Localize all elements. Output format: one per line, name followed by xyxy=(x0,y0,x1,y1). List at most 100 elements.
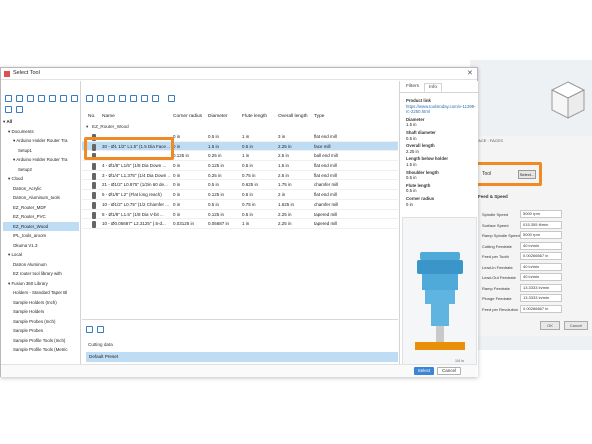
edit-tool-icon[interactable] xyxy=(97,95,104,102)
chevron-icon[interactable]: ▾ xyxy=(13,138,15,143)
tree-item[interactable]: EZ_Router_PVC xyxy=(3,212,79,222)
col-number[interactable]: No. xyxy=(88,114,95,119)
cell-flute-length: 0.75 in xyxy=(242,172,256,178)
tree-item[interactable]: Sample Holders (Inch) xyxy=(3,298,79,308)
feed-speed-section[interactable]: Feed & Speed xyxy=(478,194,508,199)
chevron-icon[interactable]: ▾ xyxy=(8,129,10,134)
info-pane: Filters Info Product link https://www.too… xyxy=(399,81,479,377)
tree-item[interactable]: Datron Aluminum xyxy=(3,260,79,270)
tree-item[interactable]: ▾ Cloud xyxy=(3,174,79,184)
cancel-button[interactable]: Cancel xyxy=(437,367,461,375)
tree-item[interactable]: ▾ Local xyxy=(3,250,79,260)
tree-item[interactable]: Datron_Aluminum_tools xyxy=(3,193,79,203)
tree-item[interactable]: Holders - Standard Taper Bl xyxy=(3,288,79,298)
tree-item[interactable]: ▾ All xyxy=(3,117,79,127)
tree-item[interactable]: ▾ Fusion 360 Library xyxy=(3,279,79,289)
scale-label: 1/4 in xyxy=(455,359,464,363)
feed-field-input[interactable]: 5000 rpm xyxy=(520,231,562,239)
table-row[interactable]: 4 - Ø1/8" L1/5" (1/8 Dia Down ... 0 in 0.1… xyxy=(82,161,398,171)
copy-icon[interactable] xyxy=(27,95,34,102)
filter-icon[interactable] xyxy=(141,95,148,102)
col-flute-length[interactable]: Flute length xyxy=(242,114,267,119)
col-corner-radius[interactable]: Corner radius xyxy=(173,114,202,119)
tree-item[interactable]: Okuma V1.3 xyxy=(3,241,79,251)
pane-divider[interactable] xyxy=(82,319,398,320)
tree-item[interactable]: Setup2 xyxy=(3,165,79,175)
cell-type: chamfer mill xyxy=(314,201,339,207)
tree-item[interactable]: Setup1 xyxy=(3,146,79,156)
tree-item[interactable]: Sample Holders xyxy=(3,307,79,317)
tab-filters[interactable]: Filters xyxy=(402,83,423,90)
feed-field-input[interactable]: 40 in/min xyxy=(520,273,562,281)
chevron-icon[interactable]: ▾ xyxy=(8,176,10,181)
tree-item[interactable]: Datron_Acrylic xyxy=(3,184,79,194)
feed-field-input[interactable]: 13.3333 in/min xyxy=(520,283,562,292)
table-row[interactable]: 5 - Ø1/8" L2" (Flat long reach) 0 in 0.125… xyxy=(82,190,398,200)
feed-field-input[interactable]: 015.355 ft/min xyxy=(520,220,562,229)
new-library-icon[interactable] xyxy=(5,95,12,102)
col-type[interactable]: Type xyxy=(314,114,324,119)
delete-preset-icon[interactable] xyxy=(97,326,104,333)
feed-field-input[interactable]: 40 in/min xyxy=(520,241,562,250)
chevron-icon[interactable]: ▾ xyxy=(8,281,10,286)
add-tool-icon[interactable] xyxy=(86,95,93,102)
select-button[interactable]: Select xyxy=(414,367,434,375)
renumber-icon[interactable] xyxy=(152,95,159,102)
table-row[interactable]: 10 - Ø0.05687" L2.3125" (.5-d... 0.03125 … xyxy=(82,219,398,229)
feed-field-input[interactable]: 40 in/min xyxy=(520,262,562,271)
tree-item[interactable]: EZ router tool library with xyxy=(3,269,79,279)
tree-item[interactable]: Sample Profile Tools (Inch) xyxy=(3,336,79,346)
chevron-icon[interactable]: ▾ xyxy=(13,157,15,162)
copy-tool-icon[interactable] xyxy=(108,95,115,102)
table-row[interactable]: 10 - Ø1/2" L0.75" (1/2 Chamfer ... 0 in 0.… xyxy=(82,200,398,210)
tree-item[interactable]: Sample Probes (Inch) xyxy=(3,317,79,327)
tool-group-row[interactable]: ▾ EZ_Router_Wood xyxy=(82,123,398,132)
table-row[interactable]: 3 - Ø1/4" L1.375" (1/4 Dia Down ... 0 in 0… xyxy=(82,171,398,181)
cell-diameter: 0.125 in xyxy=(208,192,225,198)
cell-overall-length: 3 in xyxy=(278,134,286,139)
tree-item[interactable]: ▾ Documents xyxy=(3,127,79,137)
tree-item[interactable]: Sample Profile Tools (Metric xyxy=(3,345,79,355)
import-icon[interactable] xyxy=(16,95,23,102)
feed-field-input[interactable]: 5000 rpm xyxy=(520,210,562,218)
table-row[interactable]: 8 - Ø1/8" L1.5" (1/8 Dia V-bit ... 0 in 0.… xyxy=(82,210,398,220)
feed-field-input[interactable]: 13.3333 in/min xyxy=(520,294,562,302)
feed-field-label: Plunge Feedrate xyxy=(482,296,512,301)
tree-item[interactable]: IPL_tools_aroom xyxy=(3,231,79,241)
tab-info[interactable]: Info xyxy=(424,83,443,92)
tree-item[interactable]: ▾ Arduino Holder Router Tra xyxy=(3,136,79,146)
paste-tool-icon[interactable] xyxy=(119,95,126,102)
chevron-icon[interactable]: ▾ xyxy=(3,119,5,124)
cell-name: 3 - Ø1/4" L1.375" (1/4 Dia Down ... xyxy=(102,172,170,178)
product-link[interactable]: https://www.toolstoday.com/v-11399-rc-22… xyxy=(406,104,476,115)
table-row[interactable]: 21 - Ø1/2" L0.875" (1/2in 60 de... 0 in 0.… xyxy=(82,180,398,191)
tree-item[interactable]: ▾ Arduino Holder Router Tra xyxy=(3,155,79,165)
settings-icon[interactable] xyxy=(71,95,78,102)
holder-top xyxy=(420,252,460,260)
col-diameter[interactable]: Diameter xyxy=(208,114,227,119)
viewcube-icon[interactable] xyxy=(548,78,588,124)
close-icon[interactable]: ✕ xyxy=(467,69,473,77)
tree-item[interactable]: EZ_Router_Wood xyxy=(3,221,79,231)
holder-collar xyxy=(425,290,455,304)
edit-preset-icon[interactable] xyxy=(86,326,93,333)
feed-field-input[interactable]: 0.00266667 in xyxy=(520,304,562,313)
preset-row[interactable]: Default Preset xyxy=(86,352,398,362)
cut-tool-icon[interactable] xyxy=(130,95,137,102)
holder-flange xyxy=(417,260,463,274)
col-name[interactable]: Name xyxy=(102,114,115,119)
panel-cancel-button[interactable]: Cancel xyxy=(564,321,588,330)
link-icon[interactable] xyxy=(60,95,67,102)
paste-icon[interactable] xyxy=(49,95,56,102)
chevron-icon[interactable]: ▾ xyxy=(8,252,10,257)
ok-button[interactable]: OK xyxy=(540,321,560,330)
tree-item[interactable]: EZ_Router_MDF xyxy=(3,203,79,213)
delete-tool-icon[interactable] xyxy=(168,95,175,102)
feed-field-input[interactable]: 0.00266667 in xyxy=(520,252,562,260)
tree-item[interactable]: Sample Probes xyxy=(3,326,79,336)
duplicate-icon[interactable] xyxy=(5,106,12,113)
tool-icon xyxy=(92,211,96,219)
export-icon[interactable] xyxy=(38,95,45,102)
delete-icon[interactable] xyxy=(16,106,23,113)
col-overall-length[interactable]: Overall length xyxy=(278,114,308,119)
